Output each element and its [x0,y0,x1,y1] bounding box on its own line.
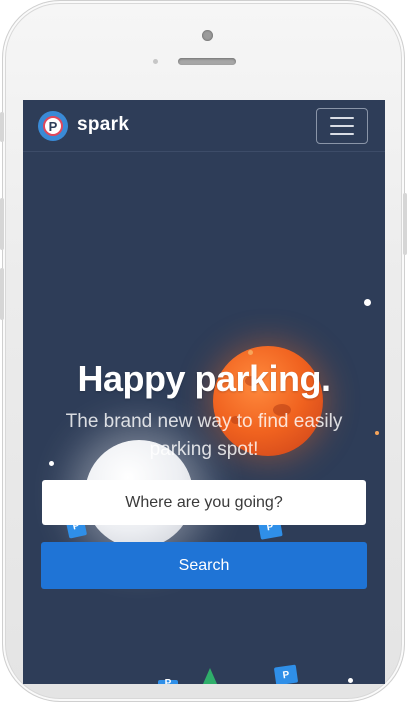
menu-bar [330,125,354,127]
camera-icon [202,30,213,41]
parking-logo-icon[interactable]: P [38,111,68,141]
star-icon [248,350,253,355]
phone-side-button [0,112,4,142]
menu-bar [330,117,354,119]
phone-power-button [403,193,407,255]
brand-name[interactable]: spark [77,114,129,136]
parking-sign-icon: P [158,678,178,684]
hamburger-menu-icon[interactable] [316,108,368,144]
star-icon [348,678,353,683]
search-button[interactable]: Search [41,542,367,589]
hero-subline: The brand new way to find easily parking… [65,411,343,460]
app-screen: P P P P P spark Happy parking. The brand… [23,100,385,684]
destination-search-input[interactable] [42,480,366,525]
tree-illustration [203,668,217,684]
parking-sign-icon: P [273,664,299,684]
navbar: P spark [23,100,385,152]
phone-volume-down [0,268,4,320]
phone-volume-up [0,198,4,250]
hero-headline: Happy parking. [77,358,331,399]
logo-letter: P [43,116,63,136]
menu-bar [330,133,354,135]
sensor-icon [153,59,158,64]
speaker-grille [178,58,236,65]
star-icon [375,431,379,435]
star-icon [364,299,371,306]
